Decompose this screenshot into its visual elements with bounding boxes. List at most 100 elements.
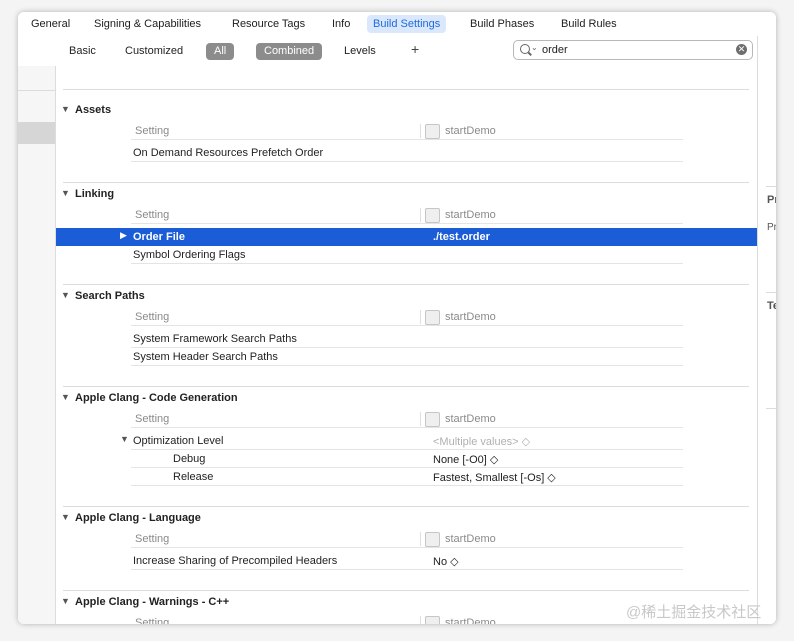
target-icon [425, 532, 440, 547]
setting-row[interactable]: System Header Search Paths [56, 348, 757, 366]
setting-row[interactable]: Increase Sharing of Precompiled Headers … [56, 552, 757, 570]
search-icon [520, 44, 530, 54]
column-header-row: Setting startDemo [56, 410, 757, 428]
chevron-down-icon[interactable]: ▼ [61, 188, 70, 198]
section-divider [63, 89, 749, 90]
setting-label: Symbol Ordering Flags [133, 249, 246, 261]
all-filter-button[interactable]: All [206, 43, 235, 60]
tab-build-settings[interactable]: Build Settings [367, 15, 447, 33]
setting-column-label: Setting [135, 413, 170, 425]
column-separator [420, 616, 421, 624]
setting-label: On Demand Resources Prefetch Order [133, 147, 324, 159]
add-setting-button[interactable]: + [411, 41, 419, 58]
section-title: Linking [75, 188, 115, 200]
inspector-heading: Pr [767, 194, 776, 206]
chevron-down-icon[interactable]: ▼ [61, 392, 70, 402]
setting-row-release[interactable]: Release Fastest, Smallest [-Os] ◇ [56, 468, 757, 486]
search-field[interactable]: ⌄ ✕ [513, 40, 753, 60]
setting-label: Optimization Level [133, 435, 224, 447]
setting-label: Debug [173, 453, 206, 465]
tab-build-phases[interactable]: Build Phases [464, 15, 540, 33]
column-header-row: Setting startDemo [56, 308, 757, 326]
setting-row-order-file[interactable]: ▶ Order File ./test.order [56, 228, 757, 246]
section-header-search-paths[interactable]: ▼ Search Paths [56, 288, 757, 306]
target-icon [425, 124, 440, 139]
target-icon [425, 208, 440, 223]
setting-value[interactable]: No ◇ [433, 555, 459, 568]
section-header-linking[interactable]: ▼ Linking [56, 186, 757, 204]
section-title: Assets [75, 104, 112, 116]
setting-value[interactable]: None [-O0] ◇ [433, 453, 498, 466]
chevron-down-icon[interactable]: ▼ [61, 104, 70, 114]
setting-label: System Framework Search Paths [133, 333, 297, 345]
section-divider [63, 284, 749, 285]
tab-signing-capabilities[interactable]: Signing & Capabilities [88, 15, 207, 33]
combined-view-button[interactable]: Combined [256, 43, 323, 60]
setting-column-label: Setting [135, 209, 170, 221]
selected-target-row[interactable] [18, 122, 55, 144]
setting-column-label: Setting [135, 311, 170, 323]
section-divider [63, 590, 749, 591]
chevron-down-icon[interactable]: ▼ [61, 290, 70, 300]
setting-value[interactable]: Fastest, Smallest [-Os] ◇ [433, 471, 556, 484]
chevron-down-icon[interactable]: ▼ [120, 434, 129, 444]
customized-filter-button[interactable]: Customized [125, 43, 183, 60]
watermark: @稀土掘金技术社区 [626, 604, 762, 621]
setting-label: Increase Sharing of Precompiled Headers [133, 555, 338, 567]
basic-filter-button[interactable]: Basic [69, 43, 96, 60]
build-settings-filter-bar: Basic Customized All Combined Levels + ⌄… [18, 36, 757, 67]
inspector-divider [766, 186, 776, 187]
column-separator [420, 412, 421, 426]
column-header-row: Setting startDemo [56, 122, 757, 140]
setting-column-label: Setting [135, 125, 170, 137]
setting-label: Order File [133, 231, 185, 243]
xcode-window: General Signing & Capabilities Resource … [18, 12, 776, 624]
tab-info[interactable]: Info [326, 15, 356, 33]
target-column-label: startDemo [445, 533, 496, 545]
targets-sidebar [18, 66, 56, 624]
setting-row[interactable]: On Demand Resources Prefetch Order [56, 144, 757, 162]
target-column-label: startDemo [445, 617, 496, 624]
setting-row[interactable]: Symbol Ordering Flags [56, 246, 757, 264]
tab-general[interactable]: General [25, 15, 76, 33]
section-header-assets[interactable]: ▼ Assets [56, 102, 757, 120]
section-header-clang-language[interactable]: ▼ Apple Clang - Language [56, 510, 757, 528]
chevron-down-icon[interactable]: ⌄ [531, 43, 538, 52]
chevron-right-icon[interactable]: ▶ [120, 230, 127, 241]
search-input[interactable] [542, 42, 732, 58]
target-column-label: startDemo [445, 209, 496, 221]
column-separator [420, 310, 421, 324]
inspector-label: Pr [767, 222, 776, 233]
section-title: Apple Clang - Warnings - C++ [75, 596, 230, 608]
tab-build-rules[interactable]: Build Rules [555, 15, 623, 33]
target-column-label: startDemo [445, 125, 496, 137]
sidebar-divider [18, 90, 55, 91]
inspector-divider [766, 408, 776, 409]
section-header-clang-code-generation[interactable]: ▼ Apple Clang - Code Generation [56, 390, 757, 408]
target-icon [425, 616, 440, 624]
inspector-panel: Pr Pr Te [757, 36, 776, 624]
target-icon [425, 412, 440, 427]
target-column-label: startDemo [445, 413, 496, 425]
section-divider [63, 182, 749, 183]
section-divider [63, 506, 749, 507]
setting-value[interactable]: <Multiple values> ◇ [433, 435, 530, 448]
inspector-divider [766, 292, 776, 293]
chevron-down-icon[interactable]: ▼ [61, 596, 70, 606]
setting-row-optimization-level[interactable]: ▼ Optimization Level <Multiple values> ◇ [56, 432, 757, 450]
section-title: Search Paths [75, 290, 145, 302]
tab-resource-tags[interactable]: Resource Tags [226, 15, 311, 33]
setting-value[interactable]: ./test.order [433, 231, 490, 243]
setting-row[interactable]: System Framework Search Paths [56, 330, 757, 348]
target-icon [425, 310, 440, 325]
column-header-row: Setting startDemo [56, 530, 757, 548]
levels-view-button[interactable]: Levels [344, 43, 376, 60]
setting-label: System Header Search Paths [133, 351, 278, 363]
setting-row-debug[interactable]: Debug None [-O0] ◇ [56, 450, 757, 468]
clear-search-icon[interactable]: ✕ [736, 44, 747, 55]
section-title: Apple Clang - Language [75, 512, 201, 524]
column-separator [420, 208, 421, 222]
chevron-down-icon[interactable]: ▼ [61, 512, 70, 522]
column-header-row: Setting startDemo [56, 206, 757, 224]
inspector-heading: Te [767, 300, 776, 312]
